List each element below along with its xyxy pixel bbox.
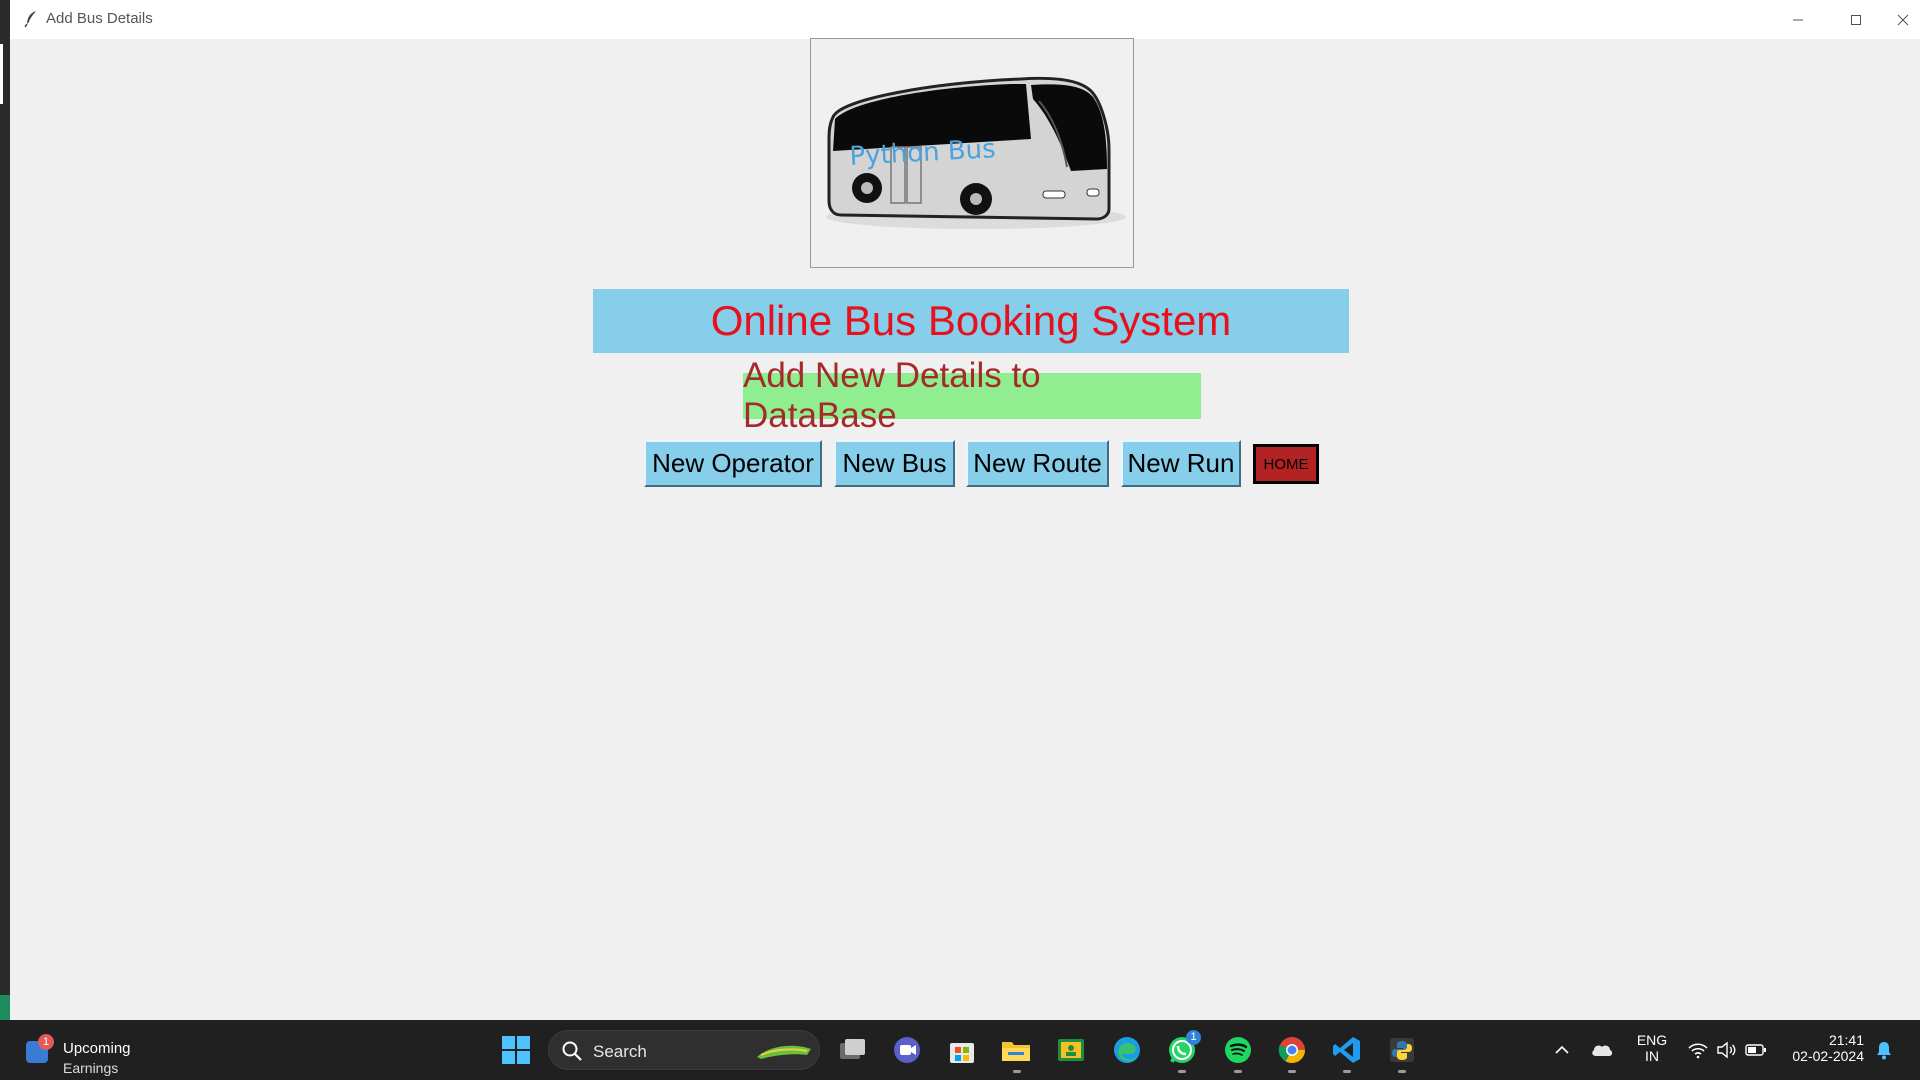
section-subtitle: Add New Details to DataBase bbox=[743, 356, 1201, 435]
spotify-icon bbox=[1225, 1037, 1251, 1063]
minimize-icon bbox=[1793, 19, 1803, 20]
home-button[interactable]: HOME bbox=[1253, 444, 1319, 484]
teams-chat-icon bbox=[894, 1037, 920, 1063]
widget-subtitle: Earnings bbox=[63, 1060, 119, 1076]
clock-time: 21:41 bbox=[1828, 1032, 1864, 1048]
title-bar[interactable]: Add Bus Details bbox=[10, 0, 1920, 39]
spotify-button[interactable] bbox=[1221, 1033, 1255, 1067]
chevron-up-icon bbox=[1555, 1045, 1569, 1054]
vscode-icon bbox=[1333, 1037, 1360, 1063]
maximize-button[interactable] bbox=[1827, 0, 1885, 39]
widget-title: Upcoming bbox=[63, 1040, 131, 1057]
feather-icon bbox=[24, 11, 36, 28]
show-hidden-icons-button[interactable] bbox=[1545, 1033, 1579, 1067]
microsoft-store-icon bbox=[950, 1043, 974, 1063]
widgets-button[interactable]: 1 Upcoming Earnings bbox=[26, 1030, 146, 1076]
teams-chat-button[interactable] bbox=[890, 1033, 924, 1067]
widget-badge: 1 bbox=[38, 1034, 54, 1050]
app-window: Add Bus Details Python Bus Online Bus Bo… bbox=[10, 0, 1920, 1020]
explorer-running-indicator bbox=[1013, 1070, 1021, 1073]
python-running-indicator bbox=[1398, 1070, 1406, 1073]
clock-date: 02-02-2024 bbox=[1792, 1048, 1864, 1064]
notifications-button[interactable] bbox=[1867, 1033, 1901, 1067]
region-code: IN bbox=[1645, 1048, 1659, 1064]
bell-icon bbox=[1877, 1042, 1891, 1060]
close-icon bbox=[1897, 14, 1908, 25]
new-run-button[interactable]: New Run bbox=[1121, 440, 1241, 487]
taskbar-search[interactable]: Search bbox=[548, 1030, 820, 1070]
new-operator-button[interactable]: New Operator bbox=[644, 440, 822, 487]
task-view-button[interactable] bbox=[836, 1033, 870, 1067]
wifi-icon bbox=[1688, 1043, 1708, 1059]
vscode-button[interactable] bbox=[1330, 1033, 1364, 1067]
battery-icon bbox=[1745, 1044, 1766, 1056]
edge-icon bbox=[1114, 1037, 1140, 1063]
language-indicator[interactable]: ENG IN bbox=[1632, 1032, 1672, 1064]
spotify-running-indicator bbox=[1234, 1070, 1242, 1073]
classroom-button[interactable] bbox=[1054, 1033, 1088, 1067]
edge-highlight bbox=[0, 44, 3, 104]
bus-logo: Python Bus bbox=[810, 38, 1134, 268]
microsoft-store-button[interactable] bbox=[945, 1033, 979, 1067]
vscode-running-indicator bbox=[1343, 1070, 1351, 1073]
chrome-running-indicator bbox=[1288, 1070, 1296, 1073]
new-bus-button[interactable]: New Bus bbox=[834, 440, 955, 487]
python-button[interactable] bbox=[1385, 1033, 1419, 1067]
minimize-button[interactable] bbox=[1769, 0, 1827, 39]
search-placeholder: Search bbox=[593, 1042, 647, 1061]
file-explorer-button[interactable] bbox=[999, 1033, 1033, 1067]
battery-button[interactable] bbox=[1739, 1033, 1773, 1067]
edge-accent bbox=[0, 995, 10, 1020]
python-icon bbox=[1390, 1038, 1414, 1062]
new-route-button[interactable]: New Route bbox=[966, 440, 1109, 487]
clock[interactable]: 21:41 02-02-2024 bbox=[1782, 1032, 1864, 1064]
file-explorer-icon bbox=[1002, 1042, 1030, 1061]
background-window-edge bbox=[0, 0, 10, 1020]
whatsapp-running-indicator bbox=[1178, 1070, 1186, 1073]
windows-start-icon bbox=[502, 1036, 530, 1064]
bus-image: Python Bus bbox=[826, 76, 1126, 229]
window-title: Add Bus Details bbox=[46, 10, 153, 27]
search-icon bbox=[562, 1041, 582, 1061]
onedrive-button[interactable] bbox=[1585, 1033, 1619, 1067]
cloud-icon bbox=[1592, 1045, 1613, 1056]
search-highlight-art bbox=[757, 1045, 811, 1059]
system-title-banner: Online Bus Booking System bbox=[593, 289, 1349, 353]
classroom-icon bbox=[1058, 1039, 1084, 1061]
maximize-icon bbox=[1851, 14, 1861, 25]
volume-icon bbox=[1717, 1041, 1736, 1059]
whatsapp-badge: 1 bbox=[1186, 1030, 1201, 1045]
language-code: ENG bbox=[1636, 1032, 1668, 1048]
chrome-icon bbox=[1278, 1037, 1306, 1064]
windows-start-button[interactable] bbox=[499, 1033, 533, 1067]
close-button[interactable] bbox=[1885, 0, 1920, 39]
chrome-button[interactable] bbox=[1275, 1033, 1309, 1067]
task-view-icon bbox=[840, 1039, 865, 1059]
edge-button[interactable] bbox=[1110, 1033, 1144, 1067]
